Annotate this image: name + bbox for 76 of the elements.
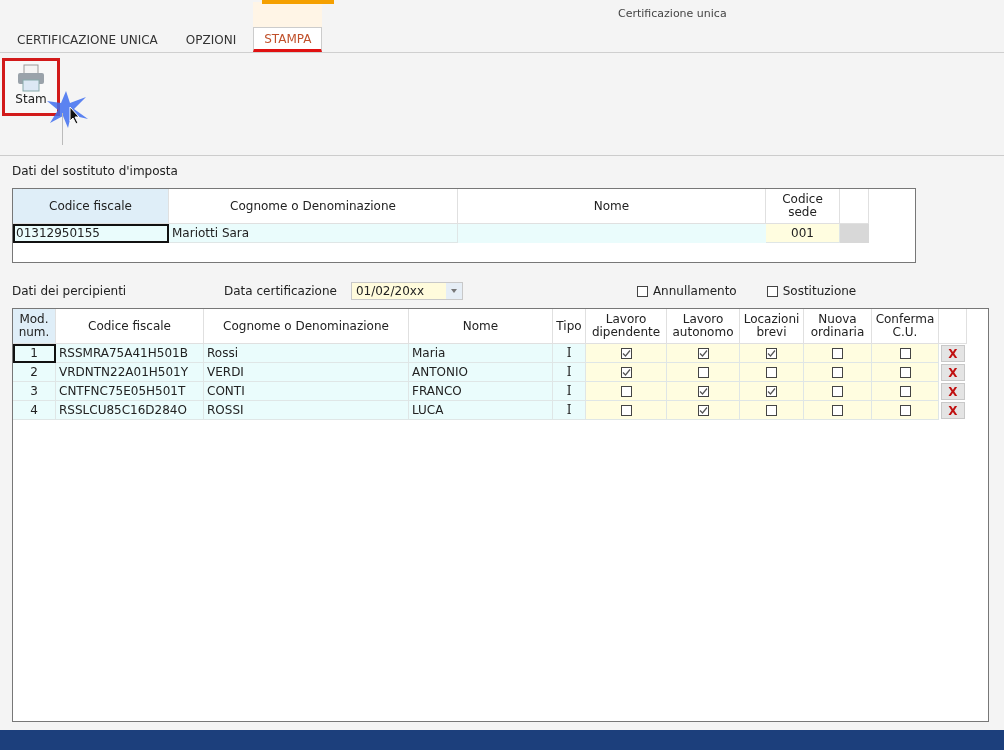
checkbox-label: Annullamento bbox=[652, 284, 737, 298]
column-header: Nome bbox=[409, 309, 553, 344]
checkbox[interactable] bbox=[899, 385, 911, 397]
table-cell: CNTFNC75E05H501T bbox=[56, 382, 204, 401]
table-cell: I bbox=[553, 344, 586, 363]
checkbox[interactable] bbox=[832, 347, 843, 359]
table-cell: VRDNTN22A01H501Y bbox=[56, 363, 204, 382]
checkbox[interactable] bbox=[620, 366, 632, 378]
table-cell: RSSLCU85C16D284O bbox=[56, 401, 204, 420]
checkbox[interactable] bbox=[832, 385, 843, 397]
checkbox[interactable] bbox=[766, 347, 777, 359]
checkbox[interactable] bbox=[636, 285, 648, 297]
checkbox[interactable] bbox=[620, 404, 632, 416]
date-label: Data certificazione bbox=[224, 284, 337, 298]
printer-icon bbox=[16, 64, 46, 92]
table-cell: Rossi bbox=[204, 344, 409, 363]
print-button[interactable]: Stam bbox=[2, 58, 60, 116]
tab[interactable]: OPZIONI bbox=[174, 27, 248, 52]
column-header: Lavoro dipendente bbox=[586, 309, 667, 344]
checkbox[interactable] bbox=[766, 404, 777, 416]
column-header: Codice fiscale bbox=[56, 309, 204, 344]
section-title: Dati del sostituto d'imposta bbox=[12, 164, 179, 178]
pointer-icon bbox=[46, 89, 90, 129]
checkbox[interactable] bbox=[832, 404, 843, 416]
checkbox[interactable] bbox=[766, 285, 778, 297]
column-header: Conferma C.U. bbox=[872, 309, 939, 344]
table-cell: 3 bbox=[13, 382, 56, 401]
checkbox[interactable] bbox=[697, 347, 709, 359]
table-cell: CONTI bbox=[204, 382, 409, 401]
table-cell: I bbox=[553, 363, 586, 382]
table-cell: RSSMRA75A41H501B bbox=[56, 344, 204, 363]
table-cell: I bbox=[553, 382, 586, 401]
table-cell: Maria bbox=[409, 344, 553, 363]
column-header: Cognome o Denominazione bbox=[169, 189, 458, 224]
table-cell: 001 bbox=[766, 224, 840, 243]
checkbox[interactable] bbox=[620, 347, 632, 359]
checkbox-label: Sostituzione bbox=[782, 284, 857, 298]
table-cell: ANTONIO bbox=[409, 363, 553, 382]
table-cell: I bbox=[553, 401, 586, 420]
checkbox[interactable] bbox=[899, 404, 911, 416]
dropdown-icon bbox=[450, 289, 457, 293]
checkbox[interactable] bbox=[766, 366, 777, 378]
delete-button[interactable]: X bbox=[941, 402, 965, 419]
column-header: Codice fiscale bbox=[13, 189, 169, 224]
table-cell: LUCA bbox=[409, 401, 553, 420]
checkbox[interactable] bbox=[766, 385, 777, 397]
delete-button[interactable]: X bbox=[941, 364, 965, 381]
column-header: Mod. num. bbox=[13, 309, 56, 344]
delete-button[interactable]: X bbox=[941, 383, 965, 400]
column-header: Codice sede bbox=[766, 189, 840, 224]
table-cell: 4 bbox=[13, 401, 56, 420]
table-cell: FRANCO bbox=[409, 382, 553, 401]
checkbox[interactable] bbox=[697, 385, 709, 397]
column-header: Locazioni brevi bbox=[740, 309, 804, 344]
table-cell: Mariotti Sara bbox=[169, 224, 458, 243]
checkbox[interactable] bbox=[899, 366, 911, 378]
window-title: Certificazione unica bbox=[618, 7, 727, 20]
checkbox[interactable] bbox=[899, 347, 911, 359]
checkbox[interactable] bbox=[832, 366, 843, 378]
column-header: Nome bbox=[458, 189, 766, 224]
checkbox[interactable] bbox=[697, 366, 709, 378]
column-header: Nuova ordinaria bbox=[804, 309, 872, 344]
column-header: Lavoro autonomo bbox=[667, 309, 740, 344]
column-header: Cognome o Denominazione bbox=[204, 309, 409, 344]
date-field[interactable]: 01/02/20xx bbox=[350, 282, 463, 300]
column-header: Tipo bbox=[553, 309, 586, 344]
table-cell: 1 bbox=[13, 344, 56, 363]
delete-button[interactable]: X bbox=[941, 345, 965, 362]
checkbox[interactable] bbox=[697, 404, 709, 416]
section-title: Dati dei percipienti bbox=[12, 284, 128, 298]
table-cell: 01312950155 bbox=[13, 224, 169, 243]
tab[interactable]: CERTIFICAZIONE UNICA bbox=[6, 27, 169, 52]
checkbox[interactable] bbox=[620, 385, 632, 397]
table-cell: 2 bbox=[13, 363, 56, 382]
table-cell: ROSSI bbox=[204, 401, 409, 420]
table-cell: VERDI bbox=[204, 363, 409, 382]
